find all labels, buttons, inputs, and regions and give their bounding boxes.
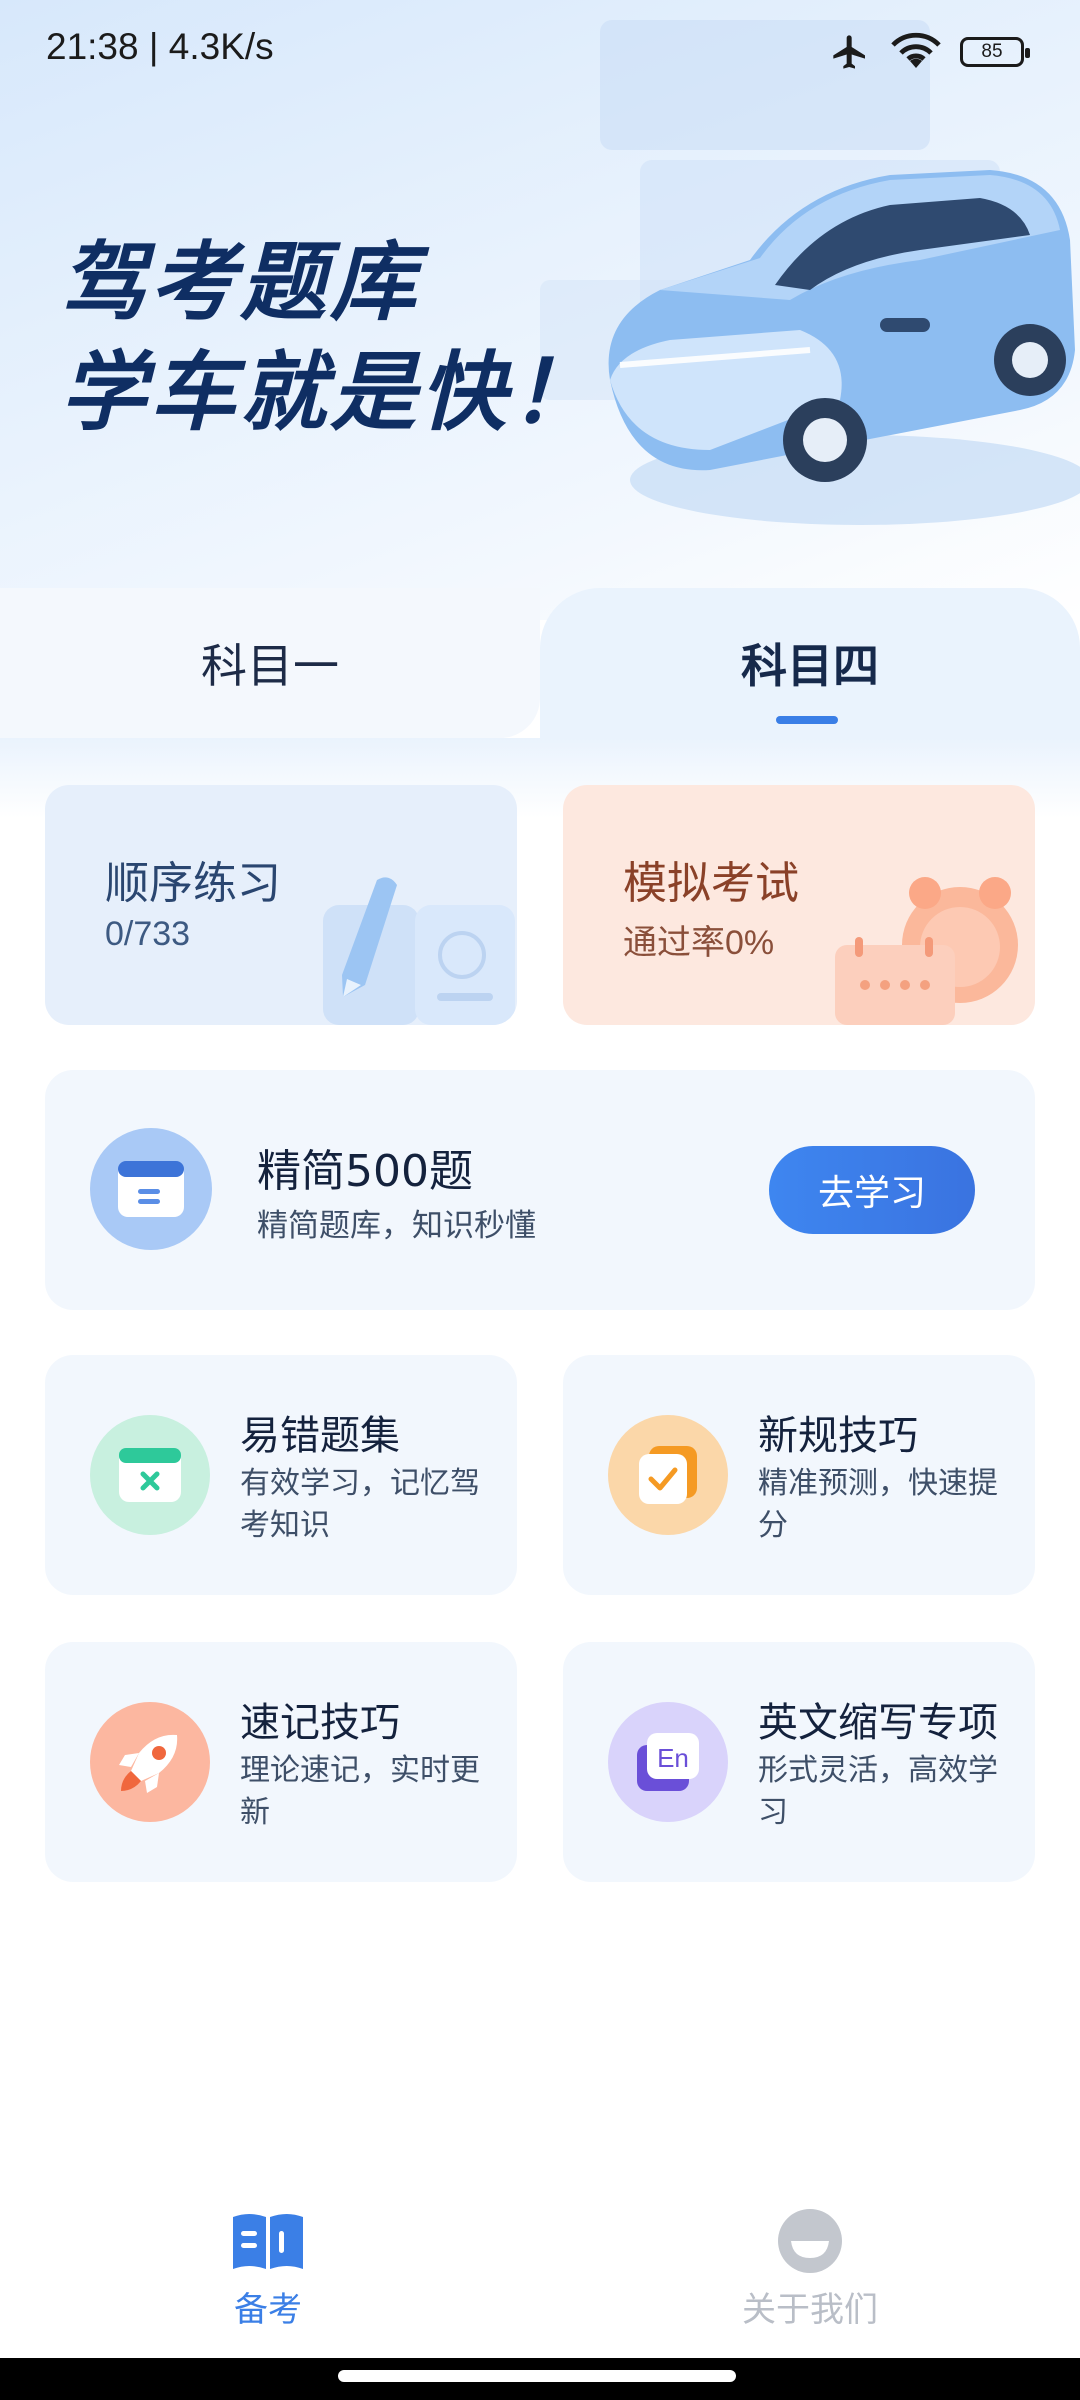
mistake-collection-card[interactable]: 易错题集 有效学习，记忆驾考知识	[45, 1355, 517, 1595]
card-title: 顺序练习	[105, 858, 281, 909]
book-icon	[228, 2208, 308, 2274]
mistake-box-icon	[90, 1415, 210, 1535]
card-subtitle: 理论速记，实时更新	[240, 1753, 480, 1830]
nav-label: 备考	[234, 2290, 302, 2330]
sequential-practice-card[interactable]: 顺序练习 0/733	[45, 785, 517, 1025]
bottom-navigation: 备考 关于我们	[0, 2168, 1080, 2358]
quick-memory-tips-card[interactable]: 速记技巧 理论速记，实时更新	[45, 1642, 517, 1882]
mock-exam-card[interactable]: 模拟考试 通过率0%	[563, 785, 1035, 1025]
subject-tabs: 科目一 科目四	[0, 588, 1080, 738]
home-gesture-bar[interactable]	[338, 2370, 736, 2382]
banner-subtitle: 精简题库，知识秒懂	[257, 1208, 536, 1244]
card-title: 模拟考试	[623, 858, 799, 909]
practice-progress: 0/733	[105, 915, 191, 953]
english-abbreviation-card[interactable]: En 英文缩写专项 形式灵活，高效学习	[563, 1642, 1035, 1882]
card-title: 英文缩写专项	[758, 1700, 998, 1746]
alarm-clock-calendar-icon	[835, 877, 1018, 1025]
hero-title-line1: 驾考题库	[60, 233, 420, 333]
book-pencil-icon	[323, 877, 515, 1025]
rocket-icon	[90, 1702, 210, 1822]
tab-active-indicator	[776, 716, 838, 724]
nav-item-about-us[interactable]: 关于我们	[710, 2208, 910, 2331]
nav-label: 关于我们	[742, 2290, 878, 2330]
tab-label: 科目一	[201, 639, 339, 693]
status-time: 21:38 | 4.3K/s	[46, 26, 274, 67]
go-study-button[interactable]: 去学习	[769, 1146, 975, 1234]
user-icon	[770, 2208, 850, 2274]
status-icons: 85	[828, 30, 1030, 74]
banner-title: 精简500题	[257, 1146, 473, 1197]
system-navigation-bar	[0, 2358, 1080, 2400]
hero-banner: 21:38 | 4.3K/s 85 驾考题库 学车就是快！	[0, 0, 1080, 620]
pass-rate: 通过率0%	[623, 924, 775, 962]
archive-box-icon	[90, 1128, 212, 1250]
hero-title-line2: 学车就是快！	[60, 343, 600, 443]
battery-indicator: 85	[960, 37, 1030, 67]
card-subtitle: 形式灵活，高效学习	[758, 1753, 998, 1830]
tab-subject-one[interactable]: 科目一	[0, 588, 540, 738]
nav-item-exam-prep[interactable]: 备考	[168, 2208, 368, 2331]
hero-title: 驾考题库 学车就是快！	[60, 228, 600, 448]
checklist-icon	[608, 1415, 728, 1535]
tab-label: 科目四	[741, 639, 879, 693]
english-icon: En	[608, 1702, 728, 1822]
card-title: 易错题集	[240, 1413, 400, 1459]
new-rules-tips-card[interactable]: 新规技巧 精准预测，快速提分	[563, 1355, 1035, 1595]
card-title: 新规技巧	[758, 1413, 918, 1459]
card-subtitle: 精准预测，快速提分	[758, 1466, 998, 1543]
tab-subject-four[interactable]: 科目四	[540, 588, 1080, 738]
svg-text:En: En	[657, 1743, 689, 1773]
airplane-icon	[833, 35, 865, 69]
card-title: 速记技巧	[240, 1700, 400, 1746]
streamlined-500-banner[interactable]: 精简500题 精简题库，知识秒懂 去学习	[45, 1070, 1035, 1310]
card-subtitle: 有效学习，记忆驾考知识	[240, 1466, 480, 1543]
wifi-icon	[891, 32, 941, 68]
status-bar: 21:38 | 4.3K/s 85	[0, 0, 1080, 100]
car-illustration	[608, 170, 1080, 525]
